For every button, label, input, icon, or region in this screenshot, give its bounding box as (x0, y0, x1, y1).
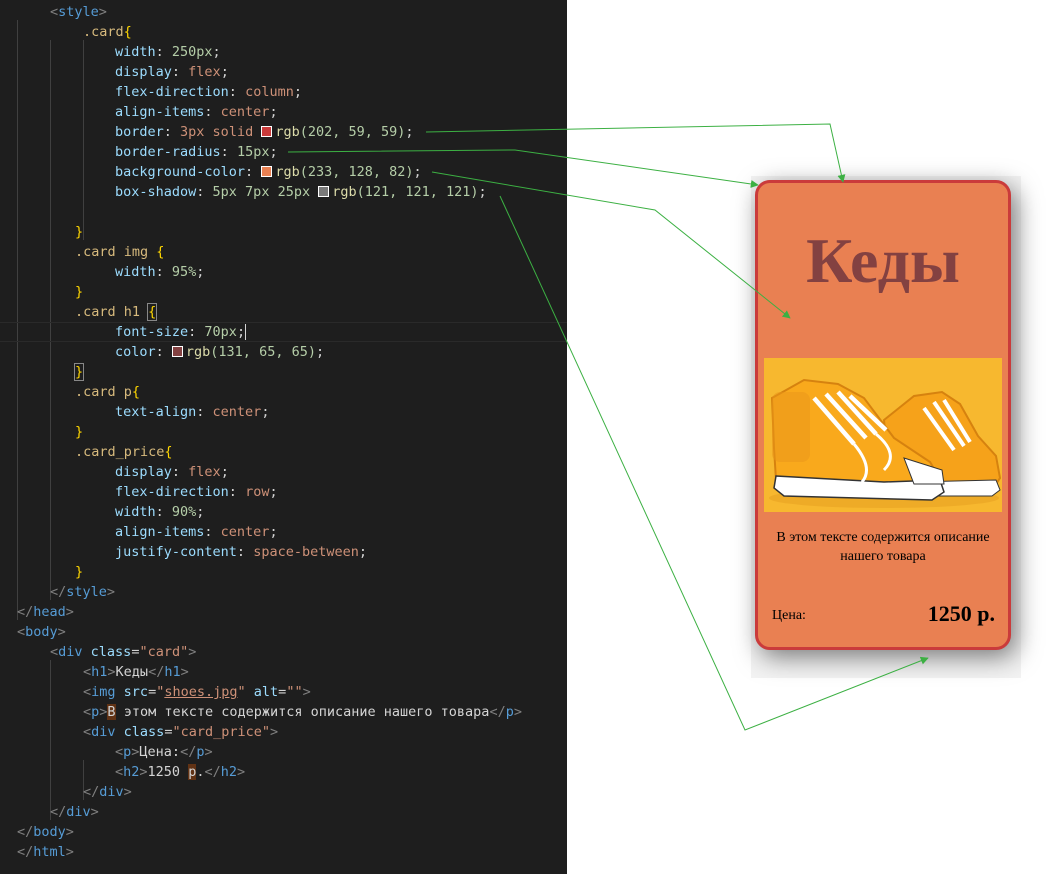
code-line: </html> (17, 844, 74, 860)
code-line: <img src="shoes.jpg" alt=""> (83, 684, 311, 700)
color-swatch[interactable] (261, 166, 273, 177)
code-line: background-color: rgb(233, 128, 82); (115, 164, 422, 180)
code-line: width: 95%; (115, 264, 205, 280)
code-line: justify-content: space-between; (115, 544, 367, 560)
code-line: flex-direction: row; (115, 484, 278, 500)
code-line: border: 3px solid rgb(202, 59, 59); (115, 124, 414, 140)
code-line: .card img { (75, 244, 165, 260)
code-line: display: flex; (115, 464, 229, 480)
code-line: <div class="card_price"> (83, 724, 279, 740)
code-line: } (75, 284, 84, 300)
code-line: flex-direction: column; (115, 84, 302, 100)
code-line: </style> (50, 584, 116, 600)
code-line: <div class="card"> (50, 644, 197, 660)
code-line: </head> (17, 604, 74, 620)
code-line: } (73, 363, 85, 381)
indent-guide (83, 40, 84, 240)
code-line: <p>В этом тексте содержится описание наш… (83, 704, 522, 720)
code-line: <h1>Кеды</h1> (83, 664, 189, 680)
indent-guide (50, 40, 51, 600)
code-line: } (75, 424, 84, 440)
current-line-highlight (0, 322, 567, 342)
code-line: width: 250px; (115, 44, 221, 60)
code-line: box-shadow: 5px 7px 25px rgb(121, 121, 1… (115, 184, 487, 200)
code-line: </body> (17, 824, 74, 840)
code-line: <body> (17, 624, 66, 640)
code-line: align-items: center; (115, 524, 278, 540)
indent-guide (17, 20, 18, 620)
sneakers-image (764, 358, 1002, 512)
code-line: .card_price{ (75, 444, 173, 460)
code-line: </div> (50, 804, 99, 820)
color-swatch[interactable] (261, 126, 273, 137)
code-line: <p>Цена:</p> (115, 744, 213, 760)
code-line: display: flex; (115, 64, 229, 80)
code-line: align-items: center; (115, 104, 278, 120)
color-swatch[interactable] (171, 346, 183, 357)
code-line: <h2>1250 р.</h2> (115, 764, 246, 780)
text-cursor (245, 324, 247, 340)
price-label: Цена: (772, 608, 806, 623)
indent-guide (50, 660, 51, 820)
card-title: Кеды (806, 225, 960, 296)
product-card[interactable]: Кеды В этом тексте содержится описание н… (755, 180, 1011, 650)
code-line: border-radius: 15px; (115, 144, 278, 160)
code-line: font-size: 70px; (115, 324, 247, 340)
code-line: <style> (50, 4, 107, 20)
price-value: 1250 р. (927, 601, 995, 626)
card-description: В этом тексте содержится описание нашего… (776, 530, 990, 564)
code-line: } (75, 564, 84, 580)
code-line: .card{ (83, 24, 132, 40)
code-line: } (75, 224, 84, 240)
code-line: text-align: center; (115, 404, 270, 420)
code-line: width: 90%; (115, 504, 205, 520)
color-swatch[interactable] (318, 186, 330, 197)
code-editor[interactable]: <style> .card{ width: 250px; display: fl… (0, 0, 567, 874)
code-line: .card p{ (75, 384, 141, 400)
code-line: color: rgb(131, 65, 65); (115, 344, 325, 360)
code-line: </div> (83, 784, 132, 800)
sneakers-illustration (764, 358, 1002, 512)
code-line: .card h1 { (75, 303, 158, 321)
